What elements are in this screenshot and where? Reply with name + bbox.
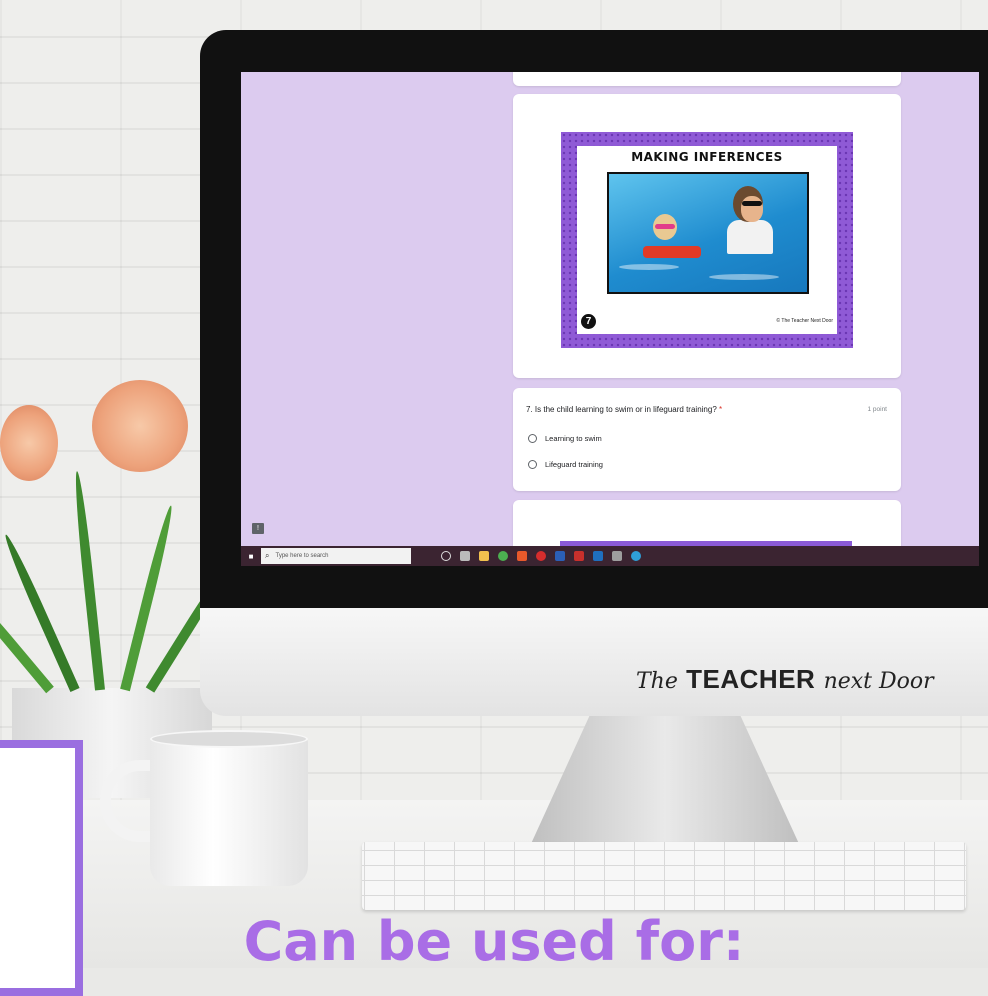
onenote-icon[interactable]: [612, 551, 622, 561]
chrome-icon[interactable]: [498, 551, 508, 561]
monitor-chin: [200, 608, 988, 716]
option-label: Lifeguard training: [545, 459, 603, 469]
radio-button-icon[interactable]: [528, 459, 537, 469]
cortana-icon[interactable]: [441, 551, 451, 561]
edge-icon[interactable]: [631, 551, 641, 561]
opera-icon[interactable]: [536, 551, 546, 561]
question-label: 7. Is the child learning to swim or in l…: [526, 405, 717, 414]
feedback-icon[interactable]: !: [252, 523, 264, 534]
brand-script-the: The: [636, 669, 678, 694]
screen: MAKING INFERENCES 7 © The Teacher Next D…: [241, 72, 979, 566]
slide-credit: © The Teacher Next Door: [776, 318, 833, 324]
task-card-inner: MAKING INFERENCES 7 © The Teacher Next D…: [577, 146, 837, 334]
office-icon[interactable]: [517, 551, 527, 561]
flower: [92, 380, 188, 472]
task-view-icon[interactable]: [460, 551, 470, 561]
option-label: Learning to swim: [545, 433, 602, 443]
windows-start-icon[interactable]: ■: [241, 546, 261, 566]
radio-button-icon[interactable]: [528, 433, 537, 443]
acrobat-icon[interactable]: [574, 551, 584, 561]
search-placeholder: Type here to search: [275, 553, 329, 559]
swimming-photo: [607, 172, 809, 294]
caption-can-be-used-for: Can be used for:: [243, 910, 745, 973]
slide-title: MAKING INFERENCES: [631, 150, 783, 164]
search-icon: ⌕: [265, 551, 270, 560]
question-points: 1 point: [867, 406, 887, 413]
brand-teacher: TEACHER: [686, 664, 816, 694]
option-learning-to-swim[interactable]: Learning to swim: [528, 432, 602, 444]
windows-taskbar: ■ ⌕ Type here to search: [241, 546, 979, 566]
keyboard: [362, 842, 966, 910]
slide-number-badge: 7: [581, 314, 596, 329]
brand-logo: The TEACHER next Door: [636, 664, 934, 695]
required-asterisk: *: [719, 405, 723, 414]
previous-form-card: [513, 72, 901, 86]
kickboard: [643, 246, 701, 258]
adult-face: [741, 196, 763, 222]
water-ripple: [709, 274, 779, 280]
option-lifeguard-training[interactable]: Lifeguard training: [528, 458, 603, 470]
photoshop-icon[interactable]: [593, 551, 603, 561]
question-card: 7. Is the child learning to swim or in l…: [513, 388, 901, 491]
mug-rim: [150, 730, 308, 748]
task-card-slide: MAKING INFERENCES 7 © The Teacher Next D…: [561, 132, 853, 348]
adult-figure: [727, 220, 773, 254]
swim-goggles: [655, 224, 675, 229]
word-icon[interactable]: [555, 551, 565, 561]
brand-script-next-door: next Door: [823, 669, 934, 694]
coffee-mug: [150, 738, 308, 886]
file-explorer-icon[interactable]: [479, 551, 489, 561]
question-text: 7. Is the child learning to swim or in l…: [526, 405, 722, 414]
sunglasses: [742, 201, 762, 206]
image-card: MAKING INFERENCES 7 © The Teacher Next D…: [513, 94, 901, 378]
flower: [0, 405, 58, 481]
water-ripple: [619, 264, 679, 270]
taskbar-search-input[interactable]: ⌕ Type here to search: [261, 548, 411, 564]
